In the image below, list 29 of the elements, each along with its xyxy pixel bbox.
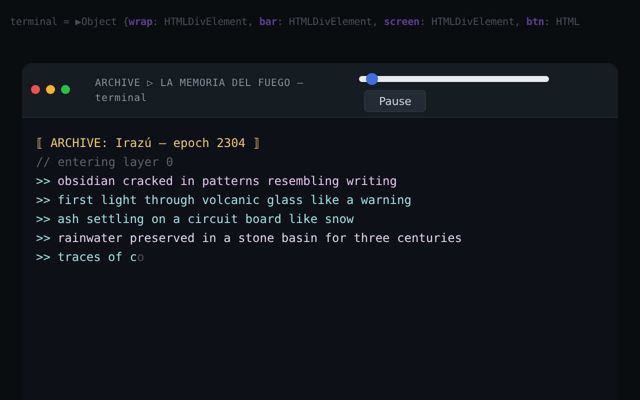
window-title: ARCHIVE ▷ LA MEMORIA DEL FUEGO — terminal — [95, 77, 305, 106]
comment-line: // entering layer 0 — [36, 155, 174, 169]
output-line: obsidian cracked in patterns resembling writing — [57, 174, 398, 188]
output-line: rainwater preserved in a stone basin for three centuries — [57, 231, 462, 245]
close-icon[interactable] — [31, 85, 40, 94]
pause-button[interactable]: Pause — [364, 90, 426, 112]
prompt-symbol: >> — [36, 193, 50, 207]
property-name: btn — [526, 17, 544, 28]
output-line: traces of c — [57, 250, 137, 264]
console-text: : HTMLDivElement, — [152, 17, 254, 28]
prompt-symbol: >> — [36, 174, 50, 188]
prompt-symbol: >> — [36, 250, 50, 264]
maximize-icon[interactable] — [61, 85, 70, 94]
output-line: ash settling on a circuit board like snow — [57, 212, 354, 226]
property-name: wrap — [128, 17, 152, 28]
slider-track[interactable] — [359, 76, 549, 82]
prompt-symbol: >> — [36, 212, 50, 226]
output-line: first light through volcanic glass like a warning — [57, 193, 412, 207]
slider-thumb[interactable] — [366, 73, 378, 85]
typing-character: o — [136, 250, 144, 264]
property-name: screen — [384, 17, 420, 28]
console-text: : HTML — [544, 17, 580, 28]
archive-header: ⟦ ARCHIVE: Irazú — epoch 2304 ⟧ — [36, 136, 260, 150]
prompt-symbol: >> — [36, 231, 50, 245]
console-text: : HTMLDivElement, — [277, 17, 379, 28]
minimize-icon[interactable] — [46, 85, 55, 94]
console-text: terminal = ▶Object { — [10, 17, 129, 28]
property-name: bar — [259, 17, 278, 28]
console-text: : HTMLDivElement, — [419, 17, 522, 28]
